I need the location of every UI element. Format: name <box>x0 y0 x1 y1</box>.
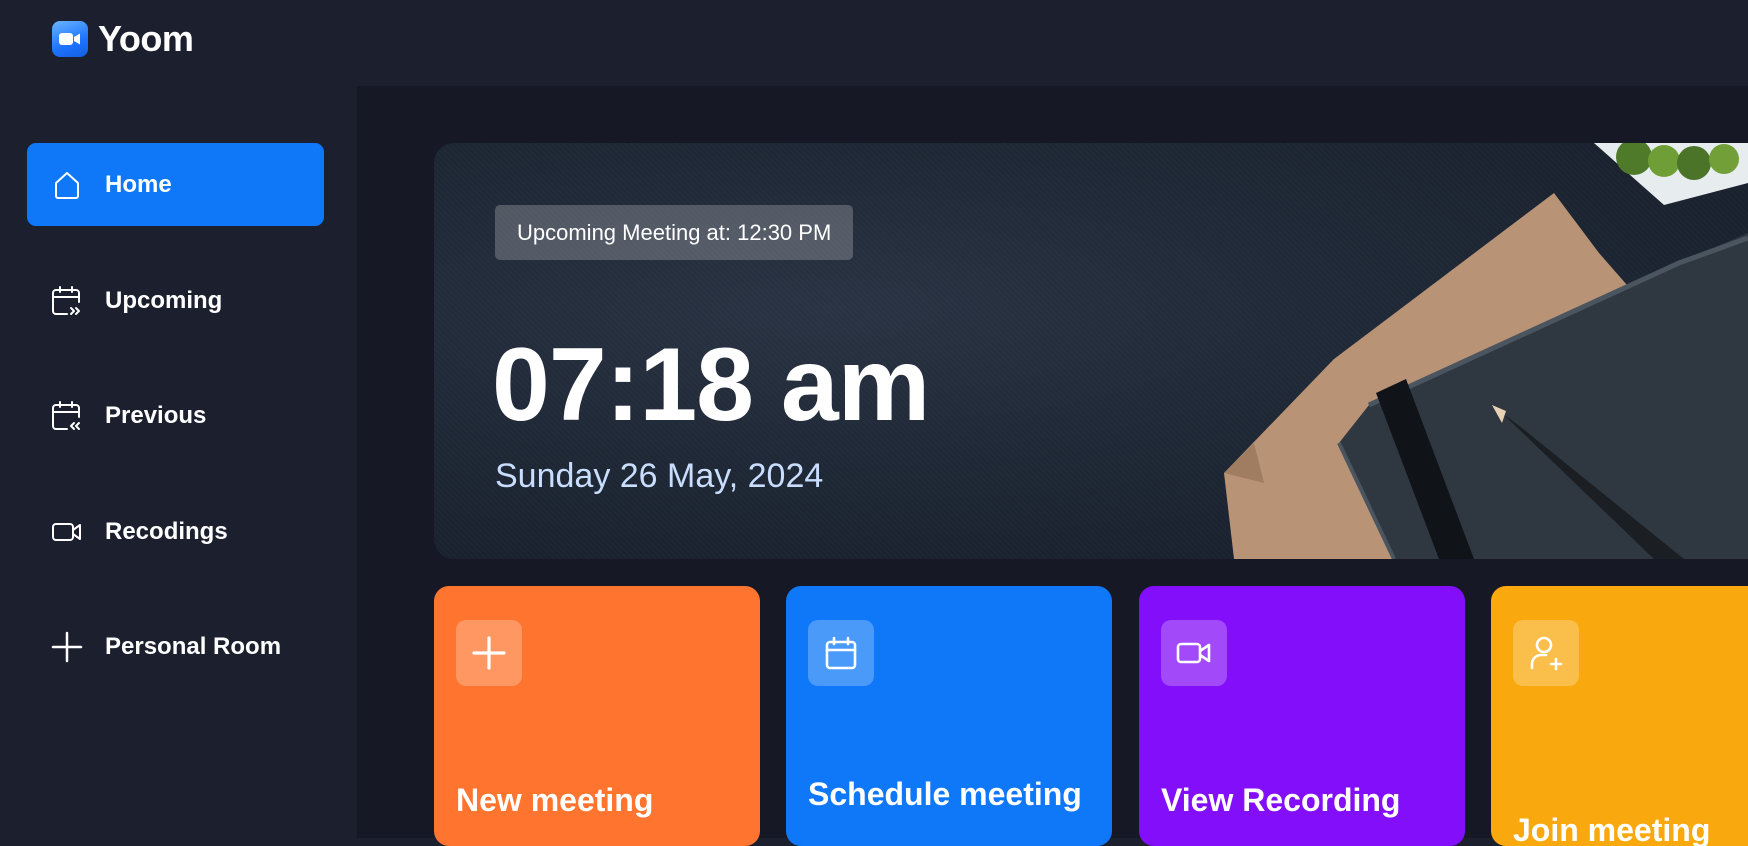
current-date: Sunday 26 May, 2024 <box>495 457 824 495</box>
view-recording-card[interactable]: View Recording <box>1139 586 1465 846</box>
sidebar-item-label: Personal Room <box>105 632 282 660</box>
card-title: View Recording <box>1161 782 1401 818</box>
plus-icon <box>456 620 522 686</box>
new-meeting-card[interactable]: New meeting <box>434 586 760 846</box>
sidebar-item-label: Previous <box>105 401 207 429</box>
calendar-forward-icon <box>49 283 85 319</box>
sidebar-item-recordings[interactable]: Recodings <box>27 490 324 573</box>
video-icon <box>1161 620 1227 686</box>
sidebar: Home Upcoming Previous Recodings Persona… <box>0 86 357 838</box>
upcoming-meeting-badge: Upcoming Meeting at: 12:30 PM <box>495 205 854 260</box>
sidebar-item-label: Home <box>105 170 172 198</box>
join-meeting-card[interactable]: Join meeting <box>1491 586 1748 846</box>
sidebar-item-label: Upcoming <box>105 286 223 314</box>
sidebar-item-upcoming[interactable]: Upcoming <box>27 259 324 342</box>
calendar-back-icon <box>49 398 85 434</box>
user-add-icon <box>1513 620 1579 686</box>
sidebar-item-previous[interactable]: Previous <box>27 374 324 457</box>
video-icon <box>49 514 85 550</box>
schedule-meeting-card[interactable]: Schedule meeting <box>786 586 1112 846</box>
hero-banner: Upcoming Meeting at: 12:30 PM 07:18 am S… <box>434 143 1748 559</box>
video-camera-logo-icon <box>52 21 88 57</box>
sidebar-item-label: Recodings <box>105 517 228 545</box>
calendar-icon <box>808 620 874 686</box>
card-title: Join meeting <box>1513 812 1711 846</box>
home-icon <box>49 167 85 203</box>
app-name: Yoom <box>98 18 194 59</box>
card-title: New meeting <box>456 782 654 818</box>
sidebar-item-personal-room[interactable]: Personal Room <box>27 605 324 688</box>
current-time: 07:18 am <box>492 327 930 443</box>
plus-icon <box>49 629 85 665</box>
card-title: Schedule meeting <box>808 776 1082 812</box>
top-bar: Yoom <box>0 0 1748 86</box>
main-content: Upcoming Meeting at: 12:30 PM 07:18 am S… <box>357 86 1748 846</box>
sidebar-item-home[interactable]: Home <box>27 143 324 226</box>
app-logo[interactable]: Yoom <box>52 18 194 60</box>
